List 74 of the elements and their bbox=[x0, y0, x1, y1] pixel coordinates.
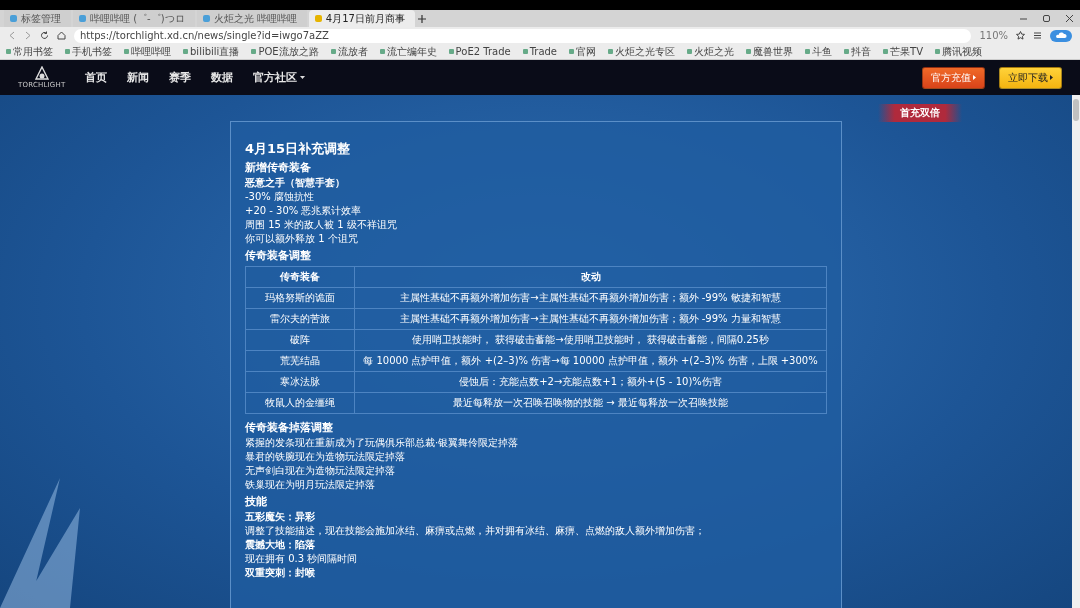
column-header: 改动 bbox=[354, 266, 827, 288]
table-cell: 最近每释放一次召唤召唤物的技能 → 最近每释放一次召唤技能 bbox=[354, 392, 827, 414]
item-name: 恶意之手（智慧手套） bbox=[245, 176, 346, 190]
item-name: 双重突刺：封喉 bbox=[245, 566, 316, 580]
recharge-button[interactable]: 官方充值 bbox=[922, 66, 985, 89]
table-cell: 玛格努斯的诡面 bbox=[245, 287, 355, 309]
zoom-level[interactable]: 110% bbox=[979, 30, 1008, 41]
cloud-icon[interactable] bbox=[1050, 29, 1072, 42]
text-line: 紧握的发条现在重新成为了玩偶俱乐部总裁·银翼舞伶限定掉落 bbox=[245, 436, 520, 450]
section-heading: 传奇装备调整 bbox=[245, 247, 312, 264]
table-cell: 雷尔夫的苦旅 bbox=[245, 308, 355, 330]
bookmark[interactable]: PoE2 Trade bbox=[448, 46, 511, 57]
section-heading: 传奇装备掉落调整 bbox=[245, 419, 334, 436]
bookmark[interactable]: 芒果TV bbox=[883, 44, 923, 59]
menu-icon[interactable] bbox=[1033, 31, 1042, 40]
text-line: 现在拥有 0.3 秒间隔时间 bbox=[245, 552, 359, 566]
bookmark[interactable]: 官网 bbox=[569, 44, 597, 59]
bookmark[interactable]: 手机书签 bbox=[65, 44, 112, 59]
text-line: 调整了技能描述，现在技能会施加冰结、麻痹或点燃，并对拥有冰结、麻痹、点燃的敌人额外增加伤害； bbox=[245, 524, 706, 538]
table-cell: 荒芜结晶 bbox=[245, 350, 355, 372]
text-line: 暴君的铁腕现在为造物玩法限定掉落 bbox=[245, 450, 406, 464]
browser-tab[interactable]: 火炬之光 哔哩哔哩 bbox=[196, 10, 307, 27]
caret-icon bbox=[1050, 75, 1053, 80]
table-cell: 主属性基础不再额外增加伤害→主属性基础不再额外增加伤害；额外 -99% 敏捷和智慧 bbox=[354, 287, 827, 309]
nav-link[interactable]: 官方社区 bbox=[253, 70, 306, 85]
text-line: 你可以额外释放 1 个诅咒 bbox=[245, 232, 359, 246]
nav-link[interactable]: 新闻 bbox=[127, 70, 150, 85]
bookmark[interactable]: Trade bbox=[522, 46, 558, 57]
browser-tab[interactable]: 哔哩哔哩 (゜-゜)つロ bbox=[73, 10, 195, 27]
table-cell: 使用哨卫技能时， 获得破击蓄能→使用哨卫技能时， 获得破击蓄能，间隔0.25秒 bbox=[354, 329, 827, 351]
bookmark[interactable]: POE流放之路 bbox=[251, 44, 319, 59]
browser-tab[interactable]: 4月17日前月商事 bbox=[308, 10, 415, 27]
section-heading: 技能 bbox=[245, 493, 268, 510]
bookmark[interactable]: 流放者 bbox=[330, 44, 368, 59]
bookmark[interactable]: 腾讯视频 bbox=[935, 44, 982, 59]
bookmark[interactable]: 抖音 bbox=[844, 44, 872, 59]
bookmark[interactable]: 常用书签 bbox=[6, 44, 53, 59]
item-name: 震撼大地：陷落 bbox=[245, 538, 316, 552]
table-cell: 主属性基础不再额外增加伤害→主属性基础不再额外增加伤害；额外 -99% 力量和智慧 bbox=[354, 308, 827, 330]
address-bar[interactable]: https://torchlight.xd.cn/news/single?id=iwgo7aZZ bbox=[74, 28, 972, 43]
bookmark[interactable]: bilibili直播 bbox=[183, 44, 240, 59]
nav-link[interactable]: 赛季 bbox=[169, 70, 192, 85]
nav-link[interactable]: 首页 bbox=[85, 70, 108, 85]
table-cell: 侵蚀后：充能点数+2→充能点数+1；额外+(5 - 10)%伤害 bbox=[354, 371, 827, 393]
article-title: 4月15日补充调整 bbox=[245, 140, 352, 158]
text-line: 周围 15 米的敌人被 1 级不祥诅咒 bbox=[245, 218, 398, 232]
table-cell: 寒冰法脉 bbox=[245, 371, 355, 393]
bookmark[interactable]: 哔哩哔哩 bbox=[124, 44, 171, 59]
text-line: 铁巢现在为明月玩法限定掉落 bbox=[245, 478, 376, 492]
caret-icon bbox=[973, 75, 976, 80]
bookmark[interactable]: 火炬之光专区 bbox=[608, 44, 676, 59]
nav-link[interactable]: 数据 bbox=[211, 70, 234, 85]
section-heading: 新增传奇装备 bbox=[245, 159, 312, 176]
star-icon[interactable] bbox=[1016, 31, 1025, 40]
scrollbar[interactable] bbox=[1072, 95, 1080, 608]
bookmark[interactable]: 流亡编年史 bbox=[379, 44, 437, 59]
restore-icon[interactable] bbox=[1042, 14, 1051, 23]
bookmark[interactable]: 火炬之光 bbox=[687, 44, 735, 59]
table-cell: 牧鼠人的金缰绳 bbox=[245, 392, 355, 414]
bookmark[interactable]: 斗鱼 bbox=[805, 44, 833, 59]
browser-tab[interactable]: 标签管理 bbox=[4, 10, 71, 27]
home-icon[interactable] bbox=[57, 31, 66, 40]
text-line: 无声剑白现在为造物玩法限定掉落 bbox=[245, 464, 396, 478]
column-header: 传奇装备 bbox=[245, 266, 355, 288]
item-name: 五彩魔矢：异彩 bbox=[245, 510, 316, 524]
reload-icon[interactable] bbox=[40, 31, 49, 40]
bookmark[interactable]: 魔兽世界 bbox=[746, 44, 794, 59]
text-line: -30% 腐蚀抗性 bbox=[245, 190, 315, 204]
new-tab-icon[interactable] bbox=[416, 13, 427, 24]
table-cell: 每 10000 点护甲值，额外 +(2–3)% 伤害→每 10000 点护甲值，额外 +(2–3)% 伤害，上限 +300% bbox=[354, 350, 827, 372]
table-cell: 破阵 bbox=[245, 329, 355, 351]
text-line: +20 - 30% 恶兆累计效率 bbox=[245, 204, 363, 218]
close-icon[interactable] bbox=[1065, 14, 1074, 23]
download-button[interactable]: 立即下载 bbox=[999, 66, 1062, 89]
